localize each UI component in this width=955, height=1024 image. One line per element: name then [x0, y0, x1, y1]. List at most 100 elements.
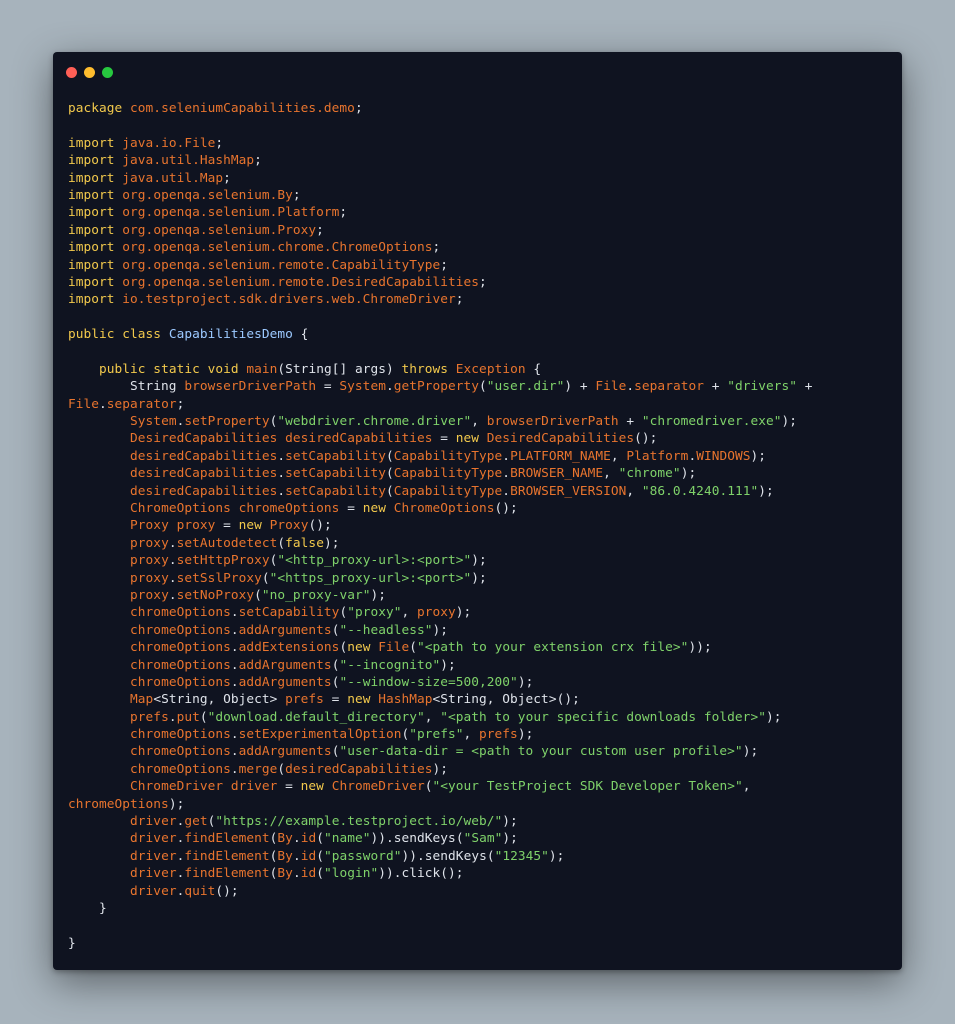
code-token: . [277, 483, 286, 499]
minimize-dot[interactable] [84, 67, 95, 78]
code-token: <String, Object>(); [432, 692, 580, 708]
code-token: ; [292, 187, 301, 203]
code-line: desiredCapabilities.setCapability(Capabi… [68, 465, 898, 482]
code-token: desiredCapabilities [130, 448, 278, 464]
code-token: "drivers" [727, 379, 798, 395]
code-block: package com.seleniumCapabilities.demo; i… [68, 100, 898, 952]
code-token: chromeOptions [130, 744, 231, 760]
code-line: proxy.setSslProxy("<https_proxy-url>:<po… [68, 570, 898, 587]
code-token: "--window-size=500,200" [339, 674, 518, 690]
code-token: ChromeOptions [393, 500, 495, 516]
code-token: ); [432, 761, 449, 777]
code-token: ( [424, 779, 433, 795]
code-token: CapabilityType [393, 466, 503, 482]
code-token: java.io.File [122, 135, 216, 151]
code-token: ); [502, 831, 518, 847]
code-token: setCapability [285, 483, 386, 499]
code-token: ); [765, 709, 782, 725]
code-token: chromeOptions [130, 622, 231, 638]
code-token: setAutodetect [176, 535, 278, 551]
code-line: ChromeOptions chromeOptions = new Chrome… [68, 500, 898, 517]
code-token: )).sendKeys( [370, 831, 464, 847]
code-token: "name" [323, 831, 371, 847]
code-token: . [230, 605, 239, 621]
code-token: ); [432, 622, 449, 638]
code-token: ; [223, 170, 231, 186]
code-line: driver.findElement(By.id("login")).click… [68, 865, 898, 882]
code-token: import [68, 274, 115, 290]
code-token: org.openqa.selenium.Platform [122, 205, 340, 221]
code-token: import [68, 257, 115, 273]
code-line: String browserDriverPath = System.getPro… [68, 378, 898, 395]
code-token: { [525, 361, 542, 377]
code-token: java.util.Map [122, 170, 224, 186]
code-token: (); [634, 431, 658, 447]
code-line: import org.openqa.selenium.Platform; [68, 204, 898, 221]
code-token: ( [409, 640, 418, 656]
code-token: "prefs" [409, 727, 464, 743]
code-token: "webdriver.chrome.driver" [277, 414, 472, 430]
code-token: = [215, 518, 239, 534]
code-token: id [300, 831, 317, 847]
code-token: . [230, 657, 239, 673]
code-line: import java.util.HashMap; [68, 152, 898, 169]
code-token: . [277, 448, 286, 464]
code-token: ; [455, 292, 464, 308]
code-line: import org.openqa.selenium.Proxy; [68, 222, 898, 239]
code-token: . [502, 483, 511, 499]
code-token: . [502, 448, 511, 464]
code-token: chromeOptions [130, 674, 231, 690]
code-token: ( [199, 709, 208, 725]
code-token: driver [130, 848, 177, 864]
close-dot[interactable] [66, 67, 77, 78]
code-token: desiredCapabilities [285, 761, 433, 777]
maximize-dot[interactable] [102, 67, 113, 78]
code-token: . [230, 744, 239, 760]
code-line: driver.quit(); [68, 883, 898, 900]
code-token: import [68, 205, 115, 221]
code-token: "password" [323, 848, 402, 864]
code-token: org.openqa.selenium.chrome.ChromeOptions [122, 240, 433, 256]
code-token: ); [370, 587, 386, 603]
code-token: ); [502, 814, 518, 830]
code-token: . [502, 466, 511, 482]
code-token: HashMap [378, 692, 433, 708]
code-line: import java.io.File; [68, 135, 898, 152]
code-token: . [168, 570, 177, 586]
code-token: import [68, 187, 115, 203]
code-token: ); [471, 570, 487, 586]
code-line: chromeOptions.setExperimentalOption("pre… [68, 726, 898, 743]
code-token: ; [316, 222, 324, 238]
code-token: ; [479, 274, 487, 290]
code-token: ( [479, 379, 487, 395]
code-token: . [385, 379, 394, 395]
code-line: } [68, 935, 898, 952]
code-token: BROWSER_NAME [510, 466, 604, 482]
code-token: setCapability [285, 466, 386, 482]
code-token: Map [130, 692, 154, 708]
code-token: proxy [176, 518, 216, 534]
code-token: browserDriverPath [184, 379, 317, 395]
code-token: "Sam" [463, 831, 503, 847]
code-token: By [277, 831, 293, 847]
code-token: ( [316, 831, 324, 847]
code-token: Platform [626, 448, 689, 464]
code-token: "download.default_directory" [207, 709, 425, 725]
code-token: ); [548, 848, 565, 864]
code-token: ; [176, 396, 185, 412]
code-token: , [742, 779, 751, 795]
